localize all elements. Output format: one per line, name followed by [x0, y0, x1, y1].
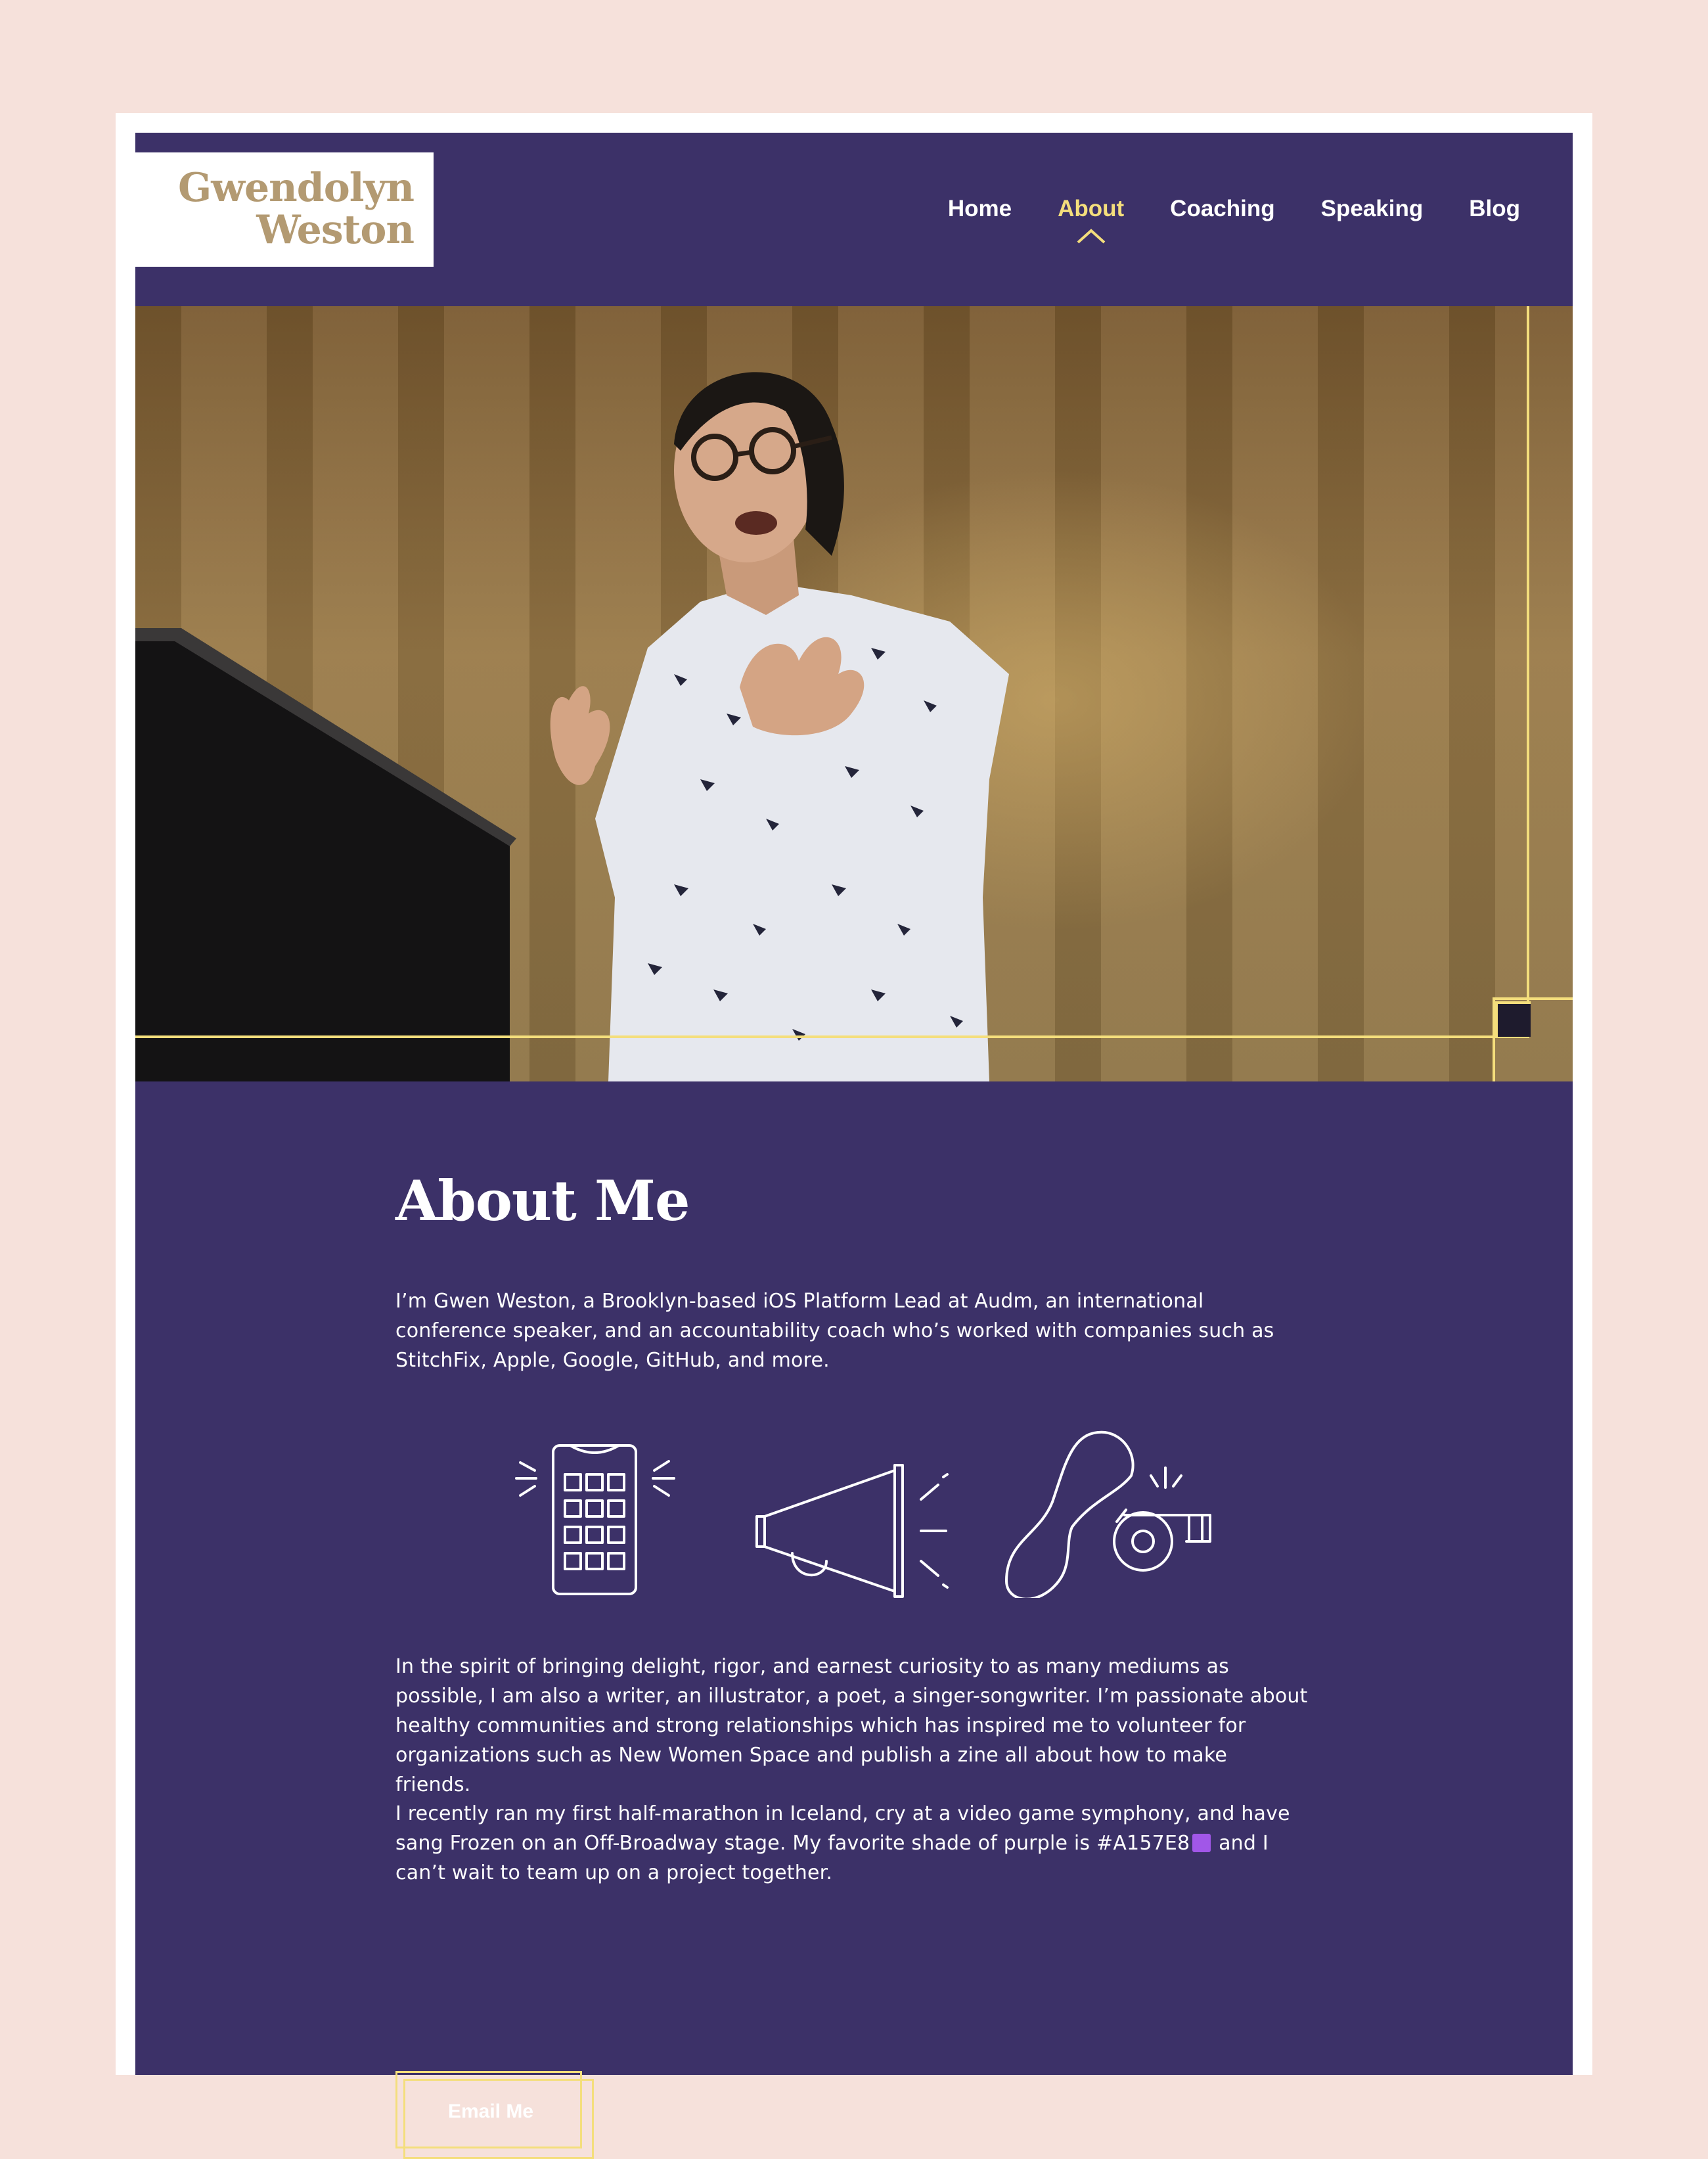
corner-accent-line-horizontal	[1493, 997, 1573, 1000]
hero-accent-line-horizontal	[135, 1035, 1528, 1038]
hero-accent-line-vertical	[1527, 306, 1529, 1038]
nav-item-home[interactable]: Home	[948, 196, 1012, 222]
about-section: About Me I’m Gwen Weston, a Brooklyn-bas…	[395, 1168, 1315, 2159]
hero-photo	[135, 306, 1573, 1081]
phone-icon	[515, 1444, 675, 1595]
logo-line-1: Gwendolyn	[178, 165, 415, 211]
hobbies-paragraph: In the spirit of bringing delight, rigor…	[395, 1655, 1308, 1796]
nav-item-about[interactable]: About	[1058, 196, 1125, 244]
active-caret-icon	[1077, 229, 1105, 244]
personal-paragraph: I recently ran my first half-marathon in…	[395, 1799, 1322, 1888]
email-me-button[interactable]: Email Me	[395, 2071, 594, 2159]
page-title: About Me	[395, 1168, 690, 1233]
intro-paragraph: I’m Gwen Weston, a Brooklyn-based iOS Pl…	[395, 1290, 1274, 1372]
icon-row	[515, 1430, 1211, 1598]
nav-item-speaking[interactable]: Speaking	[1321, 196, 1424, 222]
nav-item-blog[interactable]: Blog	[1469, 196, 1520, 222]
personal-paragraph-text: I recently ran my first half-marathon in…	[395, 1802, 1290, 1855]
nav-item-coaching[interactable]: Coaching	[1170, 196, 1274, 222]
speaker-photo-illustration	[135, 372, 1009, 1081]
nav-item-about-label: About	[1058, 196, 1125, 221]
corner-accent-square	[1495, 1001, 1531, 1037]
email-me-label: Email Me	[447, 2101, 534, 2122]
logo-line-2: Weston	[256, 207, 415, 253]
main-nav: Home About Coaching Speaking Blog	[948, 196, 1520, 244]
purple-color-swatch	[1192, 1834, 1211, 1852]
whistle-icon	[1005, 1430, 1211, 1598]
logo[interactable]: Gwendolyn Weston	[135, 152, 434, 267]
logo-text: Gwendolyn Weston	[178, 165, 415, 253]
megaphone-icon	[755, 1464, 949, 1598]
